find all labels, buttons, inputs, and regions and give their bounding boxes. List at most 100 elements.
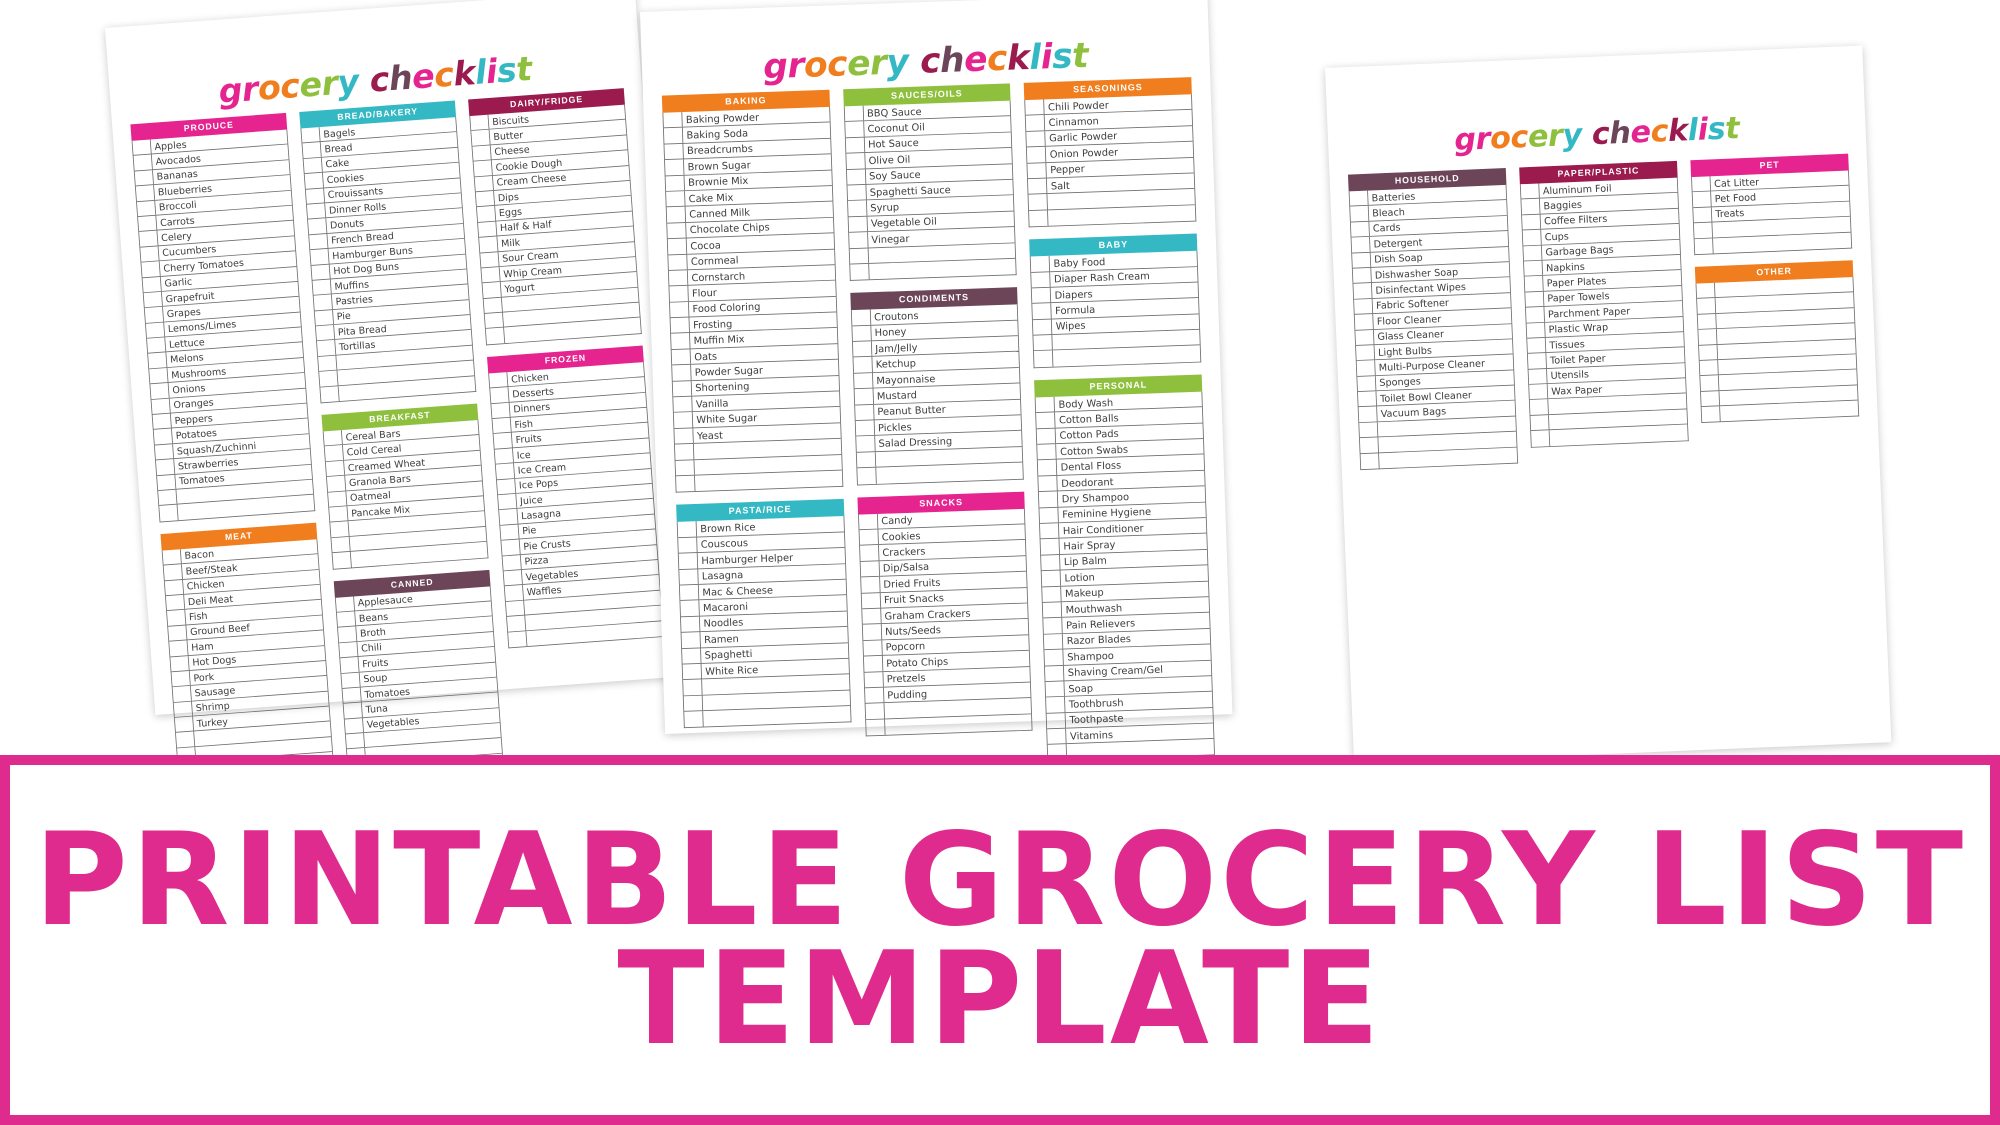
checkbox-cell[interactable] [473,160,493,177]
checkbox-cell[interactable] [303,157,323,174]
checkbox-cell[interactable] [1041,554,1061,571]
checkbox-cell[interactable] [146,337,167,354]
checkbox-cell[interactable] [175,731,196,748]
checkbox-cell[interactable] [1356,360,1376,376]
checkbox-cell[interactable] [491,402,511,419]
checkbox-cell[interactable] [494,448,514,464]
checkbox-cell[interactable] [678,537,698,553]
checkbox-cell[interactable] [846,153,866,169]
checkbox-cell[interactable] [1036,428,1057,444]
checkbox-cell[interactable] [680,616,701,632]
checkbox-cell[interactable] [1528,368,1548,385]
checkbox-cell[interactable] [495,463,516,480]
checkbox-cell[interactable] [313,294,333,311]
checkbox-cell[interactable] [859,545,880,561]
checkbox-cell[interactable] [1034,350,1054,368]
checkbox-cell[interactable] [325,460,346,477]
checkbox-cell[interactable] [669,285,689,302]
checkbox-cell[interactable] [489,372,509,388]
checkbox-cell[interactable] [172,686,192,702]
checkbox-cell[interactable] [667,222,687,239]
checkbox-cell[interactable] [159,504,179,522]
checkbox-cell[interactable] [1350,206,1370,222]
checkbox-cell[interactable] [844,105,864,122]
checkbox-cell[interactable] [481,266,501,283]
checkbox-cell[interactable] [143,291,163,308]
checkbox-cell[interactable] [1521,198,1541,215]
checkbox-cell[interactable] [305,187,326,204]
checkbox-cell[interactable] [1529,399,1549,415]
checkbox-cell[interactable] [857,467,877,485]
checkbox-cell[interactable] [1029,210,1049,227]
checkbox-cell[interactable] [1524,276,1544,292]
checkbox-cell[interactable] [864,687,885,704]
checkbox-cell[interactable] [1352,267,1372,284]
checkbox-cell[interactable] [862,624,882,640]
checkbox-cell[interactable] [141,261,161,278]
checkbox-cell[interactable] [1032,303,1052,319]
checkbox-cell[interactable] [1529,384,1549,400]
checkbox-cell[interactable] [1700,375,1720,391]
checkbox-cell[interactable] [863,640,883,656]
checkbox-cell[interactable] [1700,390,1720,407]
checkbox-cell[interactable] [1357,375,1377,392]
checkbox-cell[interactable] [672,380,693,397]
checkbox-cell[interactable] [499,509,519,525]
checkbox-cell[interactable] [150,383,170,399]
checkbox-cell[interactable] [328,490,348,507]
checkbox-cell[interactable] [1691,176,1712,192]
checkbox-cell[interactable] [164,579,185,596]
checkbox-cell[interactable] [1038,475,1059,492]
checkbox-cell[interactable] [846,168,867,185]
checkbox-cell[interactable] [1045,665,1065,681]
checkbox-cell[interactable] [1045,681,1066,697]
checkbox-cell[interactable] [171,670,191,687]
checkbox-cell[interactable] [847,184,867,201]
checkbox-cell[interactable] [851,309,871,326]
checkbox-cell[interactable] [1699,359,1719,376]
checkbox-cell[interactable] [1352,252,1372,268]
checkbox-cell[interactable] [341,672,361,688]
checkbox-cell[interactable] [673,396,693,413]
checkbox-cell[interactable] [856,451,876,468]
checkbox-cell[interactable] [306,203,327,219]
checkbox-cell[interactable] [1698,329,1718,345]
checkbox-cell[interactable] [666,206,687,223]
checkbox-cell[interactable] [683,679,703,696]
checkbox-cell[interactable] [678,553,699,569]
checkbox-cell[interactable] [1033,319,1053,335]
checkbox-cell[interactable] [158,489,178,506]
checkbox-cell[interactable] [848,216,868,232]
checkbox-cell[interactable] [133,154,153,171]
checkbox-cell[interactable] [139,230,159,247]
checkbox-cell[interactable] [1693,222,1713,238]
checkbox-cell[interactable] [675,459,695,476]
checkbox-cell[interactable] [663,112,683,128]
checkbox-cell[interactable] [480,251,500,268]
checkbox-cell[interactable] [1035,396,1056,413]
checkbox-cell[interactable] [668,254,688,270]
checkbox-cell[interactable] [500,524,520,540]
checkbox-cell[interactable] [162,549,182,565]
checkbox-cell[interactable] [670,317,690,334]
checkbox-cell[interactable] [855,436,876,452]
checkbox-cell[interactable] [1043,617,1063,634]
checkbox-cell[interactable] [669,301,690,318]
checkbox-cell[interactable] [664,159,685,176]
checkbox-cell[interactable] [312,279,332,296]
checkbox-cell[interactable] [1044,633,1064,650]
checkbox-cell[interactable] [679,568,699,585]
checkbox-cell[interactable] [324,445,344,462]
checkbox-cell[interactable] [1030,255,1051,272]
checkbox-cell[interactable] [673,412,694,428]
checkbox-cell[interactable] [166,609,187,626]
checkbox-cell[interactable] [134,169,154,186]
checkbox-cell[interactable] [860,561,880,577]
checkbox-cell[interactable] [314,309,334,326]
checkbox-cell[interactable] [485,327,506,345]
checkbox-cell[interactable] [163,564,183,581]
checkbox-cell[interactable] [1039,491,1059,508]
checkbox-cell[interactable] [1032,287,1052,304]
checkbox-cell[interactable] [140,246,160,262]
checkbox-cell[interactable] [1525,306,1545,323]
